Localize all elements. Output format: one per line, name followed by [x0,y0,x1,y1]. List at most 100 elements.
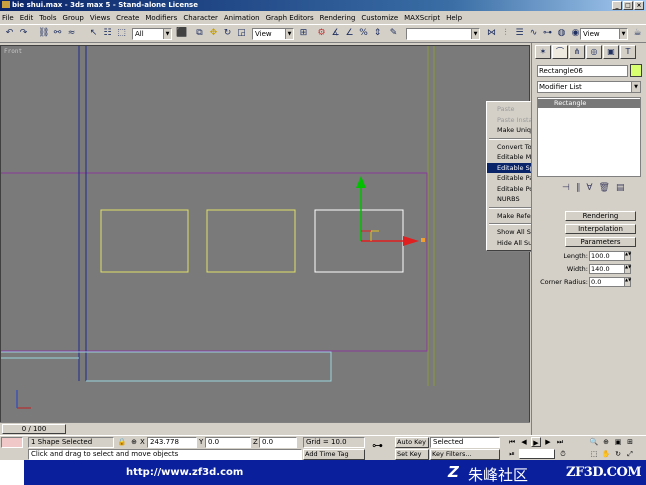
menu-customize[interactable]: Customize [361,14,398,22]
spinner-arrows-icon[interactable]: ▲▼ [624,278,631,286]
menu-rendering[interactable]: Rendering [320,14,356,22]
ref-coord-dropdown[interactable]: View ▼ [252,28,294,40]
go-to-start-icon[interactable]: ⏮ [507,437,517,447]
next-frame-icon[interactable]: ▶ [543,437,553,447]
key-icon[interactable]: ⊶ [372,440,390,451]
selection-lock-icon[interactable]: 🔒 [117,437,127,448]
zoom-extents-all-icon[interactable]: ⊞ [625,437,635,447]
menu-maxscript[interactable]: MAXScript [404,14,440,22]
absolute-mode-icon[interactable]: ⊕ [129,437,139,448]
pivot-center-icon[interactable]: ⊞ [298,28,309,39]
time-config-icon[interactable]: ⏱ [558,449,568,459]
snap-toggle-icon[interactable]: ∡ [330,28,341,39]
modify-tab-icon[interactable]: ⌒ [552,45,568,59]
select-region-icon[interactable]: ⬛ [176,28,187,39]
menu-modifiers[interactable]: Modifiers [145,14,177,22]
motion-tab-icon[interactable]: ◎ [586,45,602,59]
rectangle-shape-2[interactable] [206,209,296,273]
make-unique-icon[interactable]: ∀ [586,183,592,193]
stack-item-rectangle[interactable]: Rectangle [538,99,640,108]
shape-floor-outline[interactable] [1,351,332,382]
select-scale-icon[interactable]: ◲ [236,28,247,39]
pin-stack-icon[interactable]: ⊣ [562,183,570,193]
close-button[interactable]: × [634,1,644,10]
gizmo-y-arrow-icon[interactable] [356,176,366,188]
zoom-extents-icon[interactable]: ▣ [613,437,623,447]
named-selection-icon[interactable]: ✎ [388,28,399,39]
key-filters-button[interactable]: Key Filters... [430,449,500,460]
select-object-icon[interactable]: ↖ [88,28,99,39]
rect-selection-icon[interactable]: ⬚ [116,28,127,39]
region-zoom-icon[interactable]: ⬚ [589,449,599,459]
menu-create[interactable]: Create [116,14,139,22]
y-coordinate-field[interactable]: 0.0 [205,437,251,448]
viewport-label[interactable]: Front [4,48,22,55]
shape-frame[interactable] [1,172,428,352]
create-tab-icon[interactable]: ✶ [535,45,551,59]
angle-snap-icon[interactable]: ∠ [344,28,355,39]
spinner-snap-icon[interactable]: ⇕ [372,28,383,39]
add-time-tag-button[interactable]: Add Time Tag [303,449,365,460]
go-to-end-icon[interactable]: ⏭ [555,437,565,447]
percent-snap-icon[interactable]: % [358,28,369,39]
selection-filter-dropdown[interactable]: All ▼ [132,28,172,40]
rendering-rollout[interactable]: Rendering [565,211,636,221]
schematic-view-icon[interactable]: ⊶ [542,28,553,39]
corner-radius-spinner[interactable]: 0.0 ▲▼ [589,277,631,287]
named-selection-dropdown[interactable]: ▼ [406,28,480,40]
key-mode-toggle-icon[interactable]: ⏯ [507,449,517,459]
menu-character[interactable]: Character [183,14,218,22]
auto-key-button[interactable]: Auto Key [395,437,429,448]
parameters-rollout[interactable]: Parameters [565,237,636,247]
menu-edit[interactable]: Edit [20,14,34,22]
select-link-icon[interactable]: ⛓ [38,28,49,39]
mirror-icon[interactable]: ⋈ [486,28,497,39]
key-mode-dropdown[interactable]: Selected [430,437,500,448]
interpolation-rollout[interactable]: Interpolation [565,224,636,234]
menu-animation[interactable]: Animation [224,14,260,22]
spinner-arrows-icon[interactable]: ▲▼ [624,252,631,260]
play-icon[interactable]: ▶ [531,437,541,447]
gizmo-plane-handle[interactable] [370,230,379,241]
menu-group[interactable]: Group [63,14,84,22]
rectangle-shape-1[interactable] [100,209,189,273]
time-slider[interactable]: 0 / 100 [0,422,530,435]
pan-icon[interactable]: ✋ [601,449,611,459]
current-frame-field[interactable] [519,449,555,459]
maximize-viewport-icon[interactable]: ⤢ [625,449,635,459]
align-icon[interactable]: ⫶ [500,28,511,39]
x-coordinate-field[interactable]: 243.778 [147,437,197,448]
material-editor-icon[interactable]: ◍ [556,28,567,39]
max-listener-swatch[interactable] [1,437,23,448]
menu-graph-editors[interactable]: Graph Editors [266,14,314,22]
minimize-button[interactable]: _ [612,1,622,10]
menu-help[interactable]: Help [446,14,462,22]
display-tab-icon[interactable]: ▣ [603,45,619,59]
hierarchy-tab-icon[interactable]: ⋔ [569,45,585,59]
object-name-field[interactable]: Rectangle06 [537,65,628,77]
menu-views[interactable]: Views [90,14,110,22]
utilities-tab-icon[interactable]: T [620,45,636,59]
z-coordinate-field[interactable]: 0.0 [259,437,297,448]
maximize-button[interactable]: □ [623,1,633,10]
show-end-result-icon[interactable]: ∥ [576,183,581,193]
bind-space-warp-icon[interactable]: ≈ [66,28,77,39]
select-by-name-icon[interactable]: ☷ [102,28,113,39]
select-manipulate-icon[interactable]: ⚙ [316,28,327,39]
zoom-icon[interactable]: 🔍 [589,437,599,447]
redo-icon[interactable]: ↷ [18,28,29,39]
previous-frame-icon[interactable]: ◀ [519,437,529,447]
menu-file[interactable]: File [2,14,14,22]
curve-editor-icon[interactable]: ∿ [528,28,539,39]
set-key-button[interactable]: Set Key [395,449,429,460]
select-rotate-icon[interactable]: ↻ [222,28,233,39]
quick-render-icon[interactable]: ☕ [632,28,643,39]
window-crossing-icon[interactable]: ⧉ [194,28,205,39]
menu-tools[interactable]: Tools [39,14,56,22]
modifier-list-dropdown[interactable]: Modifier List ▼ [537,81,641,93]
spinner-arrows-icon[interactable]: ▲▼ [624,265,631,273]
undo-icon[interactable]: ↶ [4,28,15,39]
width-spinner[interactable]: 140.0 ▲▼ [589,264,631,274]
select-move-icon[interactable]: ✥ [208,28,219,39]
layer-manager-icon[interactable]: ☰ [514,28,525,39]
